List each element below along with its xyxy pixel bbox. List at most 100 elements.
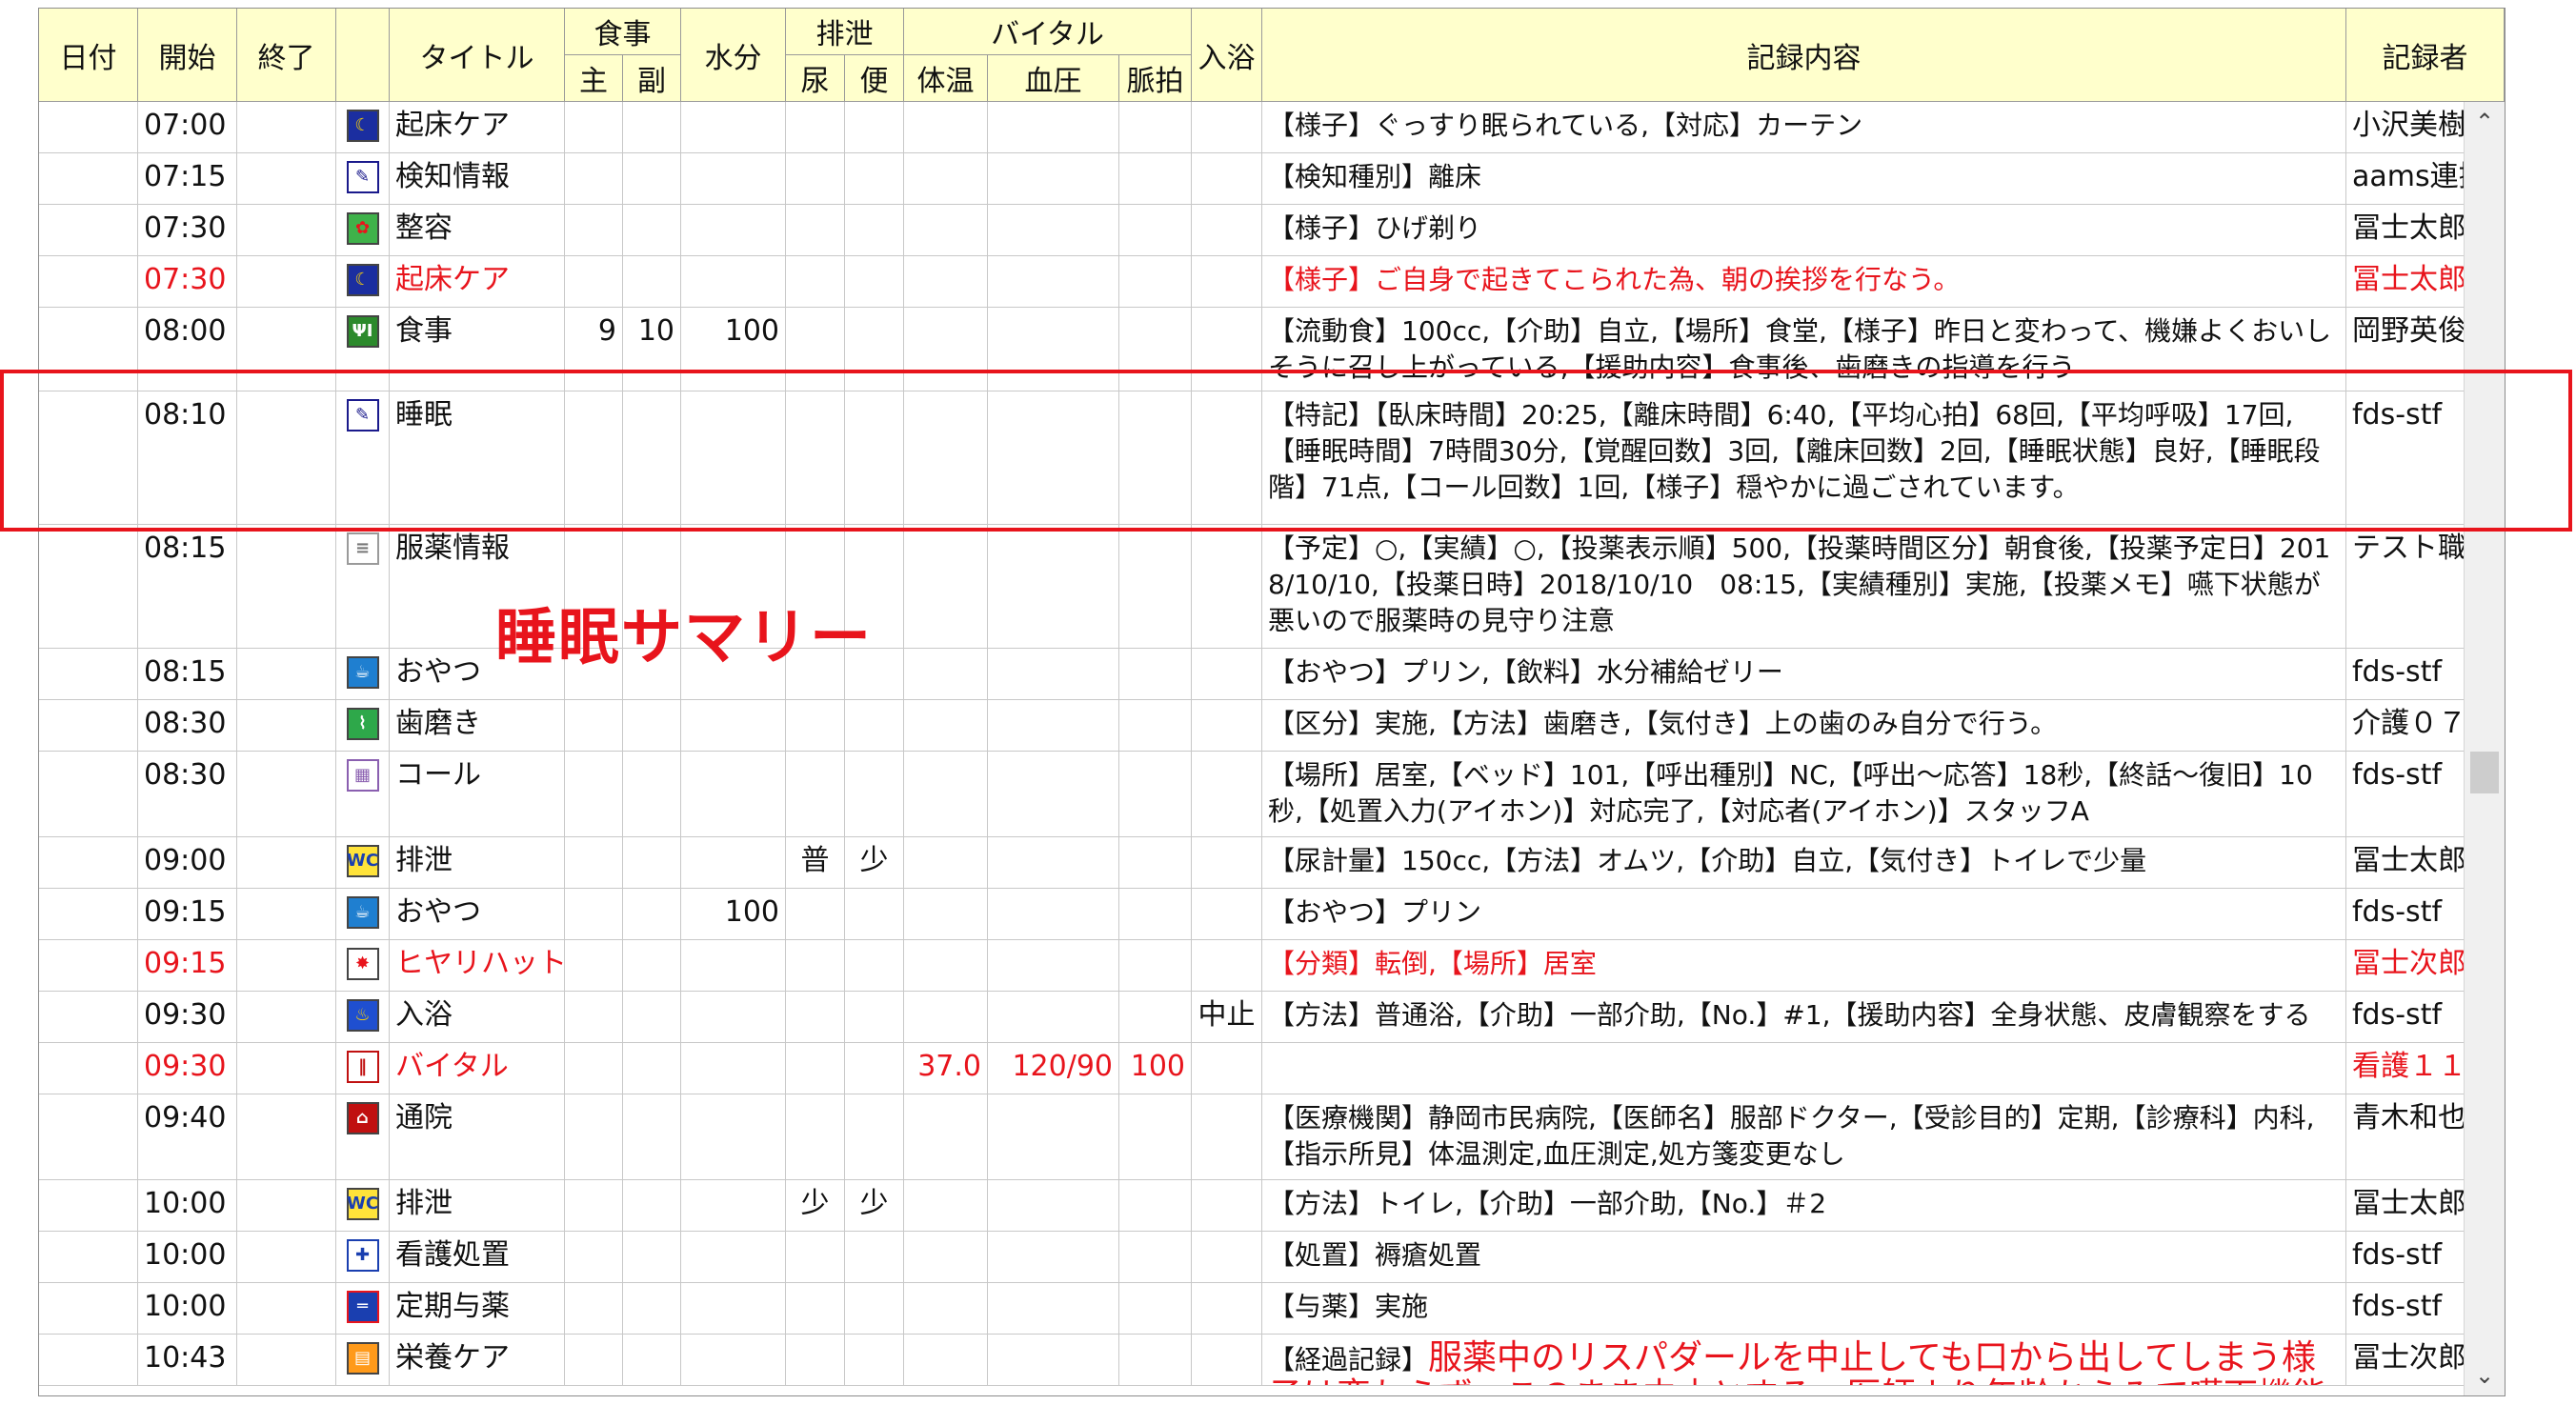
cell-urine (786, 308, 845, 391)
table-row[interactable]: 08:15 ≡ 服薬情報 【予定】○,【実績】○,【投薬表示順】500,【投薬時間区分… (39, 525, 2505, 649)
pencil-icon: ✎ (346, 161, 379, 193)
table-row[interactable]: 09:00 WC 排泄 普少 【尿計量】150cc,【方法】オムツ,【介助】自立,【気付… (39, 837, 2505, 889)
header-bath[interactable]: 入浴 (1192, 9, 1262, 102)
row-icon-cell: ✸ (336, 940, 390, 992)
cell-temp (904, 1283, 988, 1335)
cell-bath (1192, 308, 1262, 391)
scrollbar-thumb[interactable] (2470, 752, 2499, 793)
table-row[interactable]: 07:00 ☾ 起床ケア 【様子】ぐっすり眠られている,【対応】カーテン 小沢美樹 (39, 102, 2505, 153)
table-row[interactable]: 07:30 ✿ 整容 【様子】ひげ剃り 冨士太郎 (39, 205, 2505, 256)
table-row[interactable]: 08:15 ☕ おやつ 【おやつ】プリン,【飲料】水分補給ゼリー fds-stf (39, 649, 2505, 700)
table-row[interactable]: 07:15 ✎ 検知情報 【検知種別】離床aams連携 (39, 153, 2505, 205)
table-row[interactable]: 09:15 ✸ ヒヤリハット 【分類】転倒,【場所】居室 冨士次郎 (39, 940, 2505, 992)
header-end[interactable]: 終了 (237, 9, 336, 102)
cell-water (681, 153, 786, 205)
cell-date (39, 308, 138, 391)
cell-bath (1192, 700, 1262, 752)
header-meal-side[interactable]: 副 (623, 55, 681, 102)
cell-content: 【分類】転倒,【場所】居室 (1262, 940, 2346, 992)
cell-water (681, 940, 786, 992)
cell-title: 整容 (390, 205, 565, 256)
table-row[interactable]: 09:30 ‖ バイタル 37.0 120/90 100 看護１１ (39, 1043, 2505, 1094)
row-icon-cell: WC (336, 1180, 390, 1232)
document-icon: ≡ (346, 532, 379, 565)
header-excretion[interactable]: 排泄 (786, 9, 904, 55)
cell-recorder: 岡野英俊 (2346, 308, 2465, 391)
cell-bath (1192, 525, 1262, 649)
header-start[interactable]: 開始 (138, 9, 237, 102)
header-water[interactable]: 水分 (681, 9, 786, 102)
cell-meal-main (565, 1043, 623, 1094)
cell-meal-main (565, 153, 623, 205)
header-recorder[interactable]: 記録者 (2346, 9, 2505, 102)
cell-meal-main (565, 256, 623, 308)
nurse-icon: ✚ (346, 1239, 379, 1272)
cell-end (237, 1094, 336, 1180)
cell-bp (988, 700, 1119, 752)
cell-start: 08:15 (138, 525, 237, 649)
table-row[interactable]: 09:15 ☕ おやつ 100 【おやつ】プリン fds-stf (39, 889, 2505, 940)
cell-meal-main (565, 992, 623, 1043)
header-urine[interactable]: 尿 (786, 55, 845, 102)
cell-end (237, 1180, 336, 1232)
cell-pulse (1119, 256, 1192, 308)
cell-end (237, 525, 336, 649)
header-vital[interactable]: バイタル (904, 9, 1192, 55)
table-row[interactable]: 09:30 ♨ 入浴 中止 【方法】普通浴,【介助】一部介助,【No.】#1,【援助内容… (39, 992, 2505, 1043)
cell-bp (988, 752, 1119, 837)
cell-title: 栄養ケア (390, 1335, 565, 1386)
table-row[interactable]: 08:30 ▦ コール 【場所】居室,【ベッド】101,【呼出種別】NC,【呼出～応答… (39, 752, 2505, 837)
cell-content: 【区分】実施,【方法】歯磨き,【気付き】上の歯のみ自分で行う。 (1262, 700, 2346, 752)
cell-temp (904, 940, 988, 992)
table-row[interactable]: 10:00 ═ 定期与薬 【与薬】実施 fds-stf (39, 1283, 2505, 1335)
vertical-scrollbar[interactable]: ⌃ ⌄ (2464, 102, 2505, 1395)
row-icon-cell: ✿ (336, 205, 390, 256)
header-bp[interactable]: 血圧 (988, 55, 1119, 102)
header-stool[interactable]: 便 (845, 55, 904, 102)
cell-meal-side (623, 1043, 681, 1094)
table-row[interactable]: 09:40 ⌂ 通院 【医療機関】静岡市民病院,【医師名】服部ドクター,【受診目的】定… (39, 1094, 2505, 1180)
cell-date (39, 153, 138, 205)
wc-icon: WC (346, 1188, 379, 1220)
cell-temp (904, 700, 988, 752)
header-meal[interactable]: 食事 (565, 9, 681, 55)
cell-urine (786, 153, 845, 205)
header-record[interactable]: 記録内容 (1262, 9, 2346, 102)
header-title[interactable]: タイトル (390, 9, 565, 102)
fork-knife-icon: ΨΙ (346, 315, 379, 348)
header-pulse[interactable]: 脈拍 (1119, 55, 1192, 102)
cell-end (237, 889, 336, 940)
cell-bp (988, 649, 1119, 700)
scroll-up-arrow-icon[interactable]: ⌃ (2465, 102, 2505, 142)
cell-pulse (1119, 1180, 1192, 1232)
cell-bath (1192, 940, 1262, 992)
scroll-down-arrow-icon[interactable]: ⌄ (2465, 1355, 2505, 1395)
cell-urine (786, 1232, 845, 1283)
table-row[interactable]: 08:10 ✎ 睡眠 【特記】【臥床時間】20:25,【離床時間】6:40,【平均心拍… (39, 391, 2505, 525)
cell-meal-main (565, 1094, 623, 1180)
cell-temp (904, 153, 988, 205)
table-row[interactable]: 10:00 ✚ 看護処置 【処置】褥瘡処置 fds-stf (39, 1232, 2505, 1283)
cell-temp (904, 1094, 988, 1180)
header-date[interactable]: 日付 (39, 9, 138, 102)
header-meal-main[interactable]: 主 (565, 55, 623, 102)
cell-urine (786, 1043, 845, 1094)
cell-meal-side (623, 391, 681, 525)
cell-date (39, 525, 138, 649)
cell-urine (786, 256, 845, 308)
cell-content: 【様子】ご自身で起きてこられた為、朝の挨拶を行なう。 (1262, 256, 2346, 308)
cell-start: 09:15 (138, 889, 237, 940)
table-row[interactable]: 08:00 ΨΙ 食事 9 10 100 【流動食】100cc,【介助】自立,【場所】食堂,… (39, 308, 2505, 391)
header-temp[interactable]: 体温 (904, 55, 988, 102)
table-row[interactable]: 07:30 ☾ 起床ケア 【様子】ご自身で起きてこられた為、朝の挨拶を行なう。 冨士太郎 (39, 256, 2505, 308)
wc-icon: WC (346, 845, 379, 877)
cell-title: 検知情報 (390, 153, 565, 205)
bath-icon: ♨ (346, 999, 379, 1032)
table-row[interactable]: 10:00 WC 排泄 少少 【方法】トイレ,【介助】一部介助,【No.】＃2 冨士太郎 (39, 1180, 2505, 1232)
cell-bath (1192, 1094, 1262, 1180)
table-row[interactable]: 08:30 ⌇ 歯磨き 【区分】実施,【方法】歯磨き,【気付き】上の歯のみ自分で行う。… (39, 700, 2505, 752)
table-row[interactable]: 10:43 ▤ 栄養ケア 【経過記録】服薬中のリスパダールを中止しても口から出してしま… (39, 1335, 2505, 1386)
cell-meal-side (623, 752, 681, 837)
row-icon-cell: ▦ (336, 752, 390, 837)
cell-bp (988, 256, 1119, 308)
